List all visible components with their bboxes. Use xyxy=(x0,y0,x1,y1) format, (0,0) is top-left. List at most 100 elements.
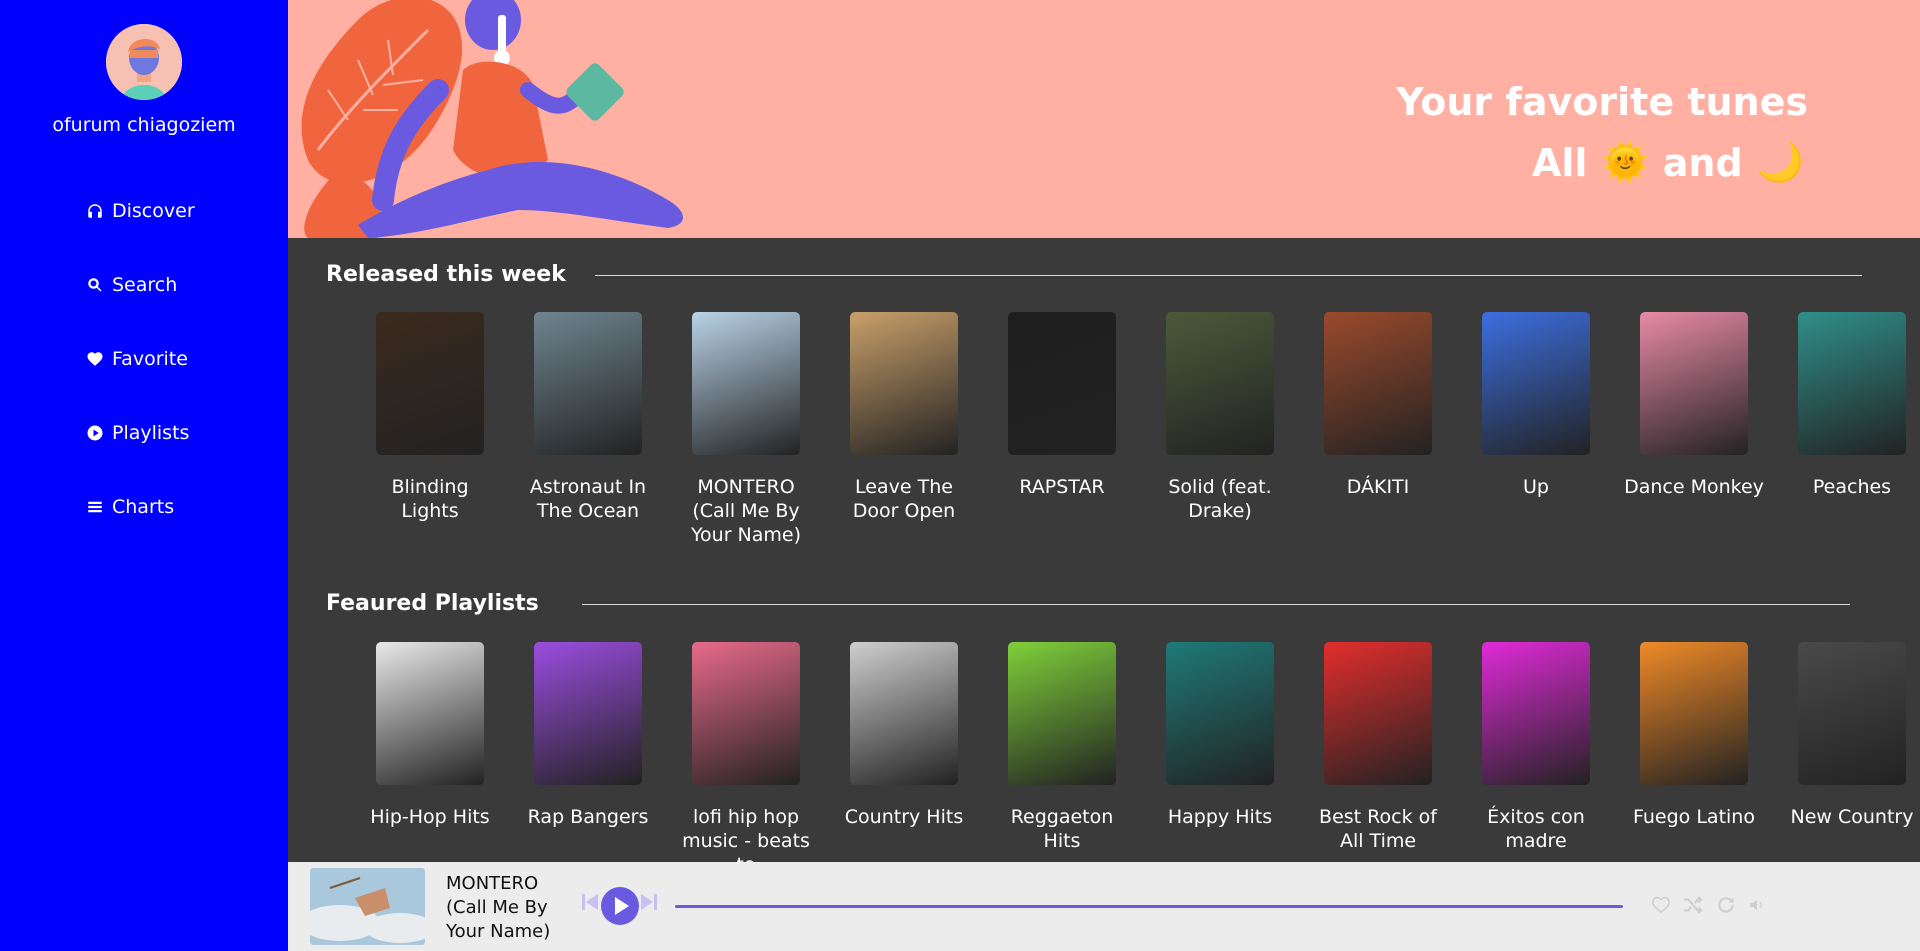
heart-icon xyxy=(87,352,103,366)
nav-item-search[interactable]: Search xyxy=(86,274,177,296)
album-cover[interactable] xyxy=(850,642,958,785)
card-title: MONTERO (Call Me By Your Name) xyxy=(690,476,802,546)
nav-item-favorite[interactable]: Favorite xyxy=(86,348,188,370)
card-title: Happy Hits xyxy=(1167,806,1273,828)
album-cover[interactable] xyxy=(1324,642,1432,785)
playlists-card[interactable]: Rap Bangers xyxy=(528,642,648,829)
card-title: DÁKITI xyxy=(1346,476,1410,498)
repeat-button[interactable] xyxy=(1716,895,1736,919)
sun-icon: 🌞 xyxy=(1601,140,1649,184)
playlists-card[interactable]: New Country xyxy=(1791,642,1913,829)
moon-icon: 🌙 xyxy=(1756,140,1804,184)
card-title: lofi hip hop music - beats to xyxy=(682,806,810,862)
released-card[interactable]: Peaches xyxy=(1798,312,1906,499)
bars-icon xyxy=(88,501,102,513)
shuffle-button[interactable] xyxy=(1682,896,1704,918)
nav-label-favorite: Favorite xyxy=(112,348,188,370)
album-cover[interactable] xyxy=(1482,312,1590,455)
album-cover[interactable] xyxy=(1640,642,1748,785)
card-title: Hip-Hop Hits xyxy=(370,806,490,828)
nav-item-discover[interactable]: Discover xyxy=(86,200,195,222)
play-button[interactable] xyxy=(601,887,639,929)
nav-item-charts[interactable]: Charts xyxy=(86,496,174,518)
card-title: Leave The Door Open xyxy=(852,476,956,522)
nav-item-playlists[interactable]: Playlists xyxy=(86,422,189,444)
album-cover[interactable] xyxy=(1166,312,1274,455)
album-cover[interactable] xyxy=(1640,312,1748,455)
sidebar: ofurum chiagoziem Discover Search Favori… xyxy=(0,0,288,951)
card-title: Dance Monkey xyxy=(1624,476,1764,498)
banner-subtitle: All 🌞 and 🌙 xyxy=(1532,140,1804,185)
player-cover[interactable] xyxy=(310,868,425,945)
album-cover[interactable] xyxy=(692,312,800,455)
released-card[interactable]: RAPSTAR xyxy=(1008,312,1116,499)
next-button[interactable] xyxy=(641,893,657,915)
nav-label-playlists: Playlists xyxy=(112,422,190,444)
avatar[interactable] xyxy=(106,24,182,100)
card-title: Éxitos con madre xyxy=(1487,806,1585,852)
search-icon xyxy=(88,278,102,292)
album-cover[interactable] xyxy=(1798,312,1906,455)
nav-label-discover: Discover xyxy=(112,200,195,222)
released-card[interactable]: Astronaut In The Ocean xyxy=(530,312,646,523)
section-divider xyxy=(595,275,1862,276)
album-cover[interactable] xyxy=(376,642,484,785)
card-title: Astronaut In The Ocean xyxy=(529,476,647,522)
released-card[interactable]: DÁKITI xyxy=(1324,312,1432,499)
playlists-card[interactable]: Happy Hits xyxy=(1166,642,1274,829)
card-title: Up xyxy=(1523,476,1549,498)
card-title: Solid (feat. Drake) xyxy=(1168,476,1272,522)
album-cover[interactable] xyxy=(1798,642,1906,785)
album-cover[interactable] xyxy=(376,312,484,455)
playlists-card[interactable]: Best Rock of All Time xyxy=(1319,642,1437,853)
album-cover[interactable] xyxy=(1324,312,1432,455)
released-card[interactable]: Leave The Door Open xyxy=(850,312,958,523)
section-divider xyxy=(582,604,1850,605)
card-title: Rap Bangers xyxy=(527,806,649,828)
card-title: Best Rock of All Time xyxy=(1319,806,1437,852)
volume-icon xyxy=(1750,899,1762,911)
hero-banner: Your favorite tunes All 🌞 and 🌙 xyxy=(288,0,1920,238)
album-cover[interactable] xyxy=(1008,312,1116,455)
headphones-icon xyxy=(88,204,102,218)
released-card[interactable]: Blinding Lights xyxy=(376,312,484,523)
main-content: Released this week Blinding Lights Astron… xyxy=(288,238,1920,862)
album-cover[interactable] xyxy=(534,642,642,785)
banner-illustration xyxy=(301,0,683,238)
repeat-icon xyxy=(1718,897,1734,913)
nav-label-search: Search xyxy=(112,274,178,296)
card-title: Reggaeton Hits xyxy=(1010,806,1114,852)
player-track-title: MONTERO (Call Me By Your Name) xyxy=(446,873,551,942)
released-card[interactable]: Dance Monkey xyxy=(1624,312,1764,499)
card-title: RAPSTAR xyxy=(1019,476,1105,498)
like-button[interactable] xyxy=(1651,896,1671,918)
album-cover[interactable] xyxy=(1008,642,1116,785)
banner-title: Your favorite tunes xyxy=(1396,80,1808,124)
skip-forward-icon xyxy=(641,894,657,910)
album-cover[interactable] xyxy=(692,642,800,785)
playlists-card[interactable]: lofi hip hop music - beats to xyxy=(682,642,810,862)
username: ofurum chiagoziem xyxy=(52,114,236,136)
album-cover[interactable] xyxy=(1482,642,1590,785)
play-circle-icon xyxy=(87,425,103,441)
card-title: Blinding Lights xyxy=(391,476,469,522)
playlists-card[interactable]: Reggaeton Hits xyxy=(1008,642,1116,853)
card-title: Peaches xyxy=(1812,476,1892,498)
section-title-playlists: Feaured Playlists xyxy=(326,591,539,616)
playlists-card[interactable]: Éxitos con madre xyxy=(1482,642,1590,853)
released-card[interactable]: Solid (feat. Drake) xyxy=(1166,312,1274,523)
released-card[interactable]: Up xyxy=(1482,312,1590,499)
skip-back-icon xyxy=(582,894,598,910)
playlists-card[interactable]: Country Hits xyxy=(845,642,963,829)
progress-bar[interactable] xyxy=(675,905,1623,908)
playlists-card[interactable]: Hip-Hop Hits xyxy=(370,642,490,829)
released-card[interactable]: MONTERO (Call Me By Your Name) xyxy=(691,312,801,547)
album-cover[interactable] xyxy=(534,312,642,455)
previous-button[interactable] xyxy=(582,893,598,915)
playlists-card[interactable]: Fuego Latino xyxy=(1633,642,1755,829)
volume-button[interactable] xyxy=(1748,896,1766,918)
banner-and: and xyxy=(1662,140,1743,185)
album-cover[interactable] xyxy=(1166,642,1274,785)
nav-label-charts: Charts xyxy=(112,496,175,518)
album-cover[interactable] xyxy=(850,312,958,455)
